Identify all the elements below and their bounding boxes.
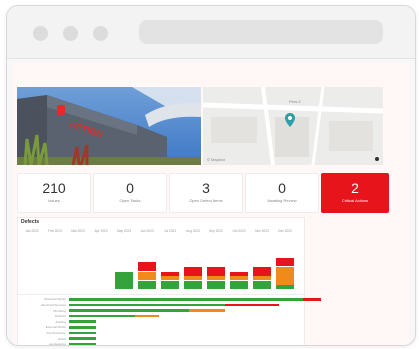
horizontal-bar[interactable]	[69, 303, 225, 307]
bar-segment[interactable]	[138, 271, 156, 281]
bar-segment[interactable]	[161, 276, 179, 281]
month-header: Jun 2023	[140, 229, 154, 233]
bar-row-label: Landscaping	[48, 342, 66, 345]
dashboard-page: UPTION Pers.2 © Mapbox 210 Issues 0 Open…	[13, 63, 409, 345]
bar-segment[interactable]	[253, 267, 271, 276]
map-street-label: Pers.2	[289, 99, 301, 104]
bar-segment[interactable]	[276, 267, 294, 285]
bar-segment[interactable]	[253, 280, 271, 290]
divider	[18, 294, 304, 295]
bar-row-label: Fire Protection	[46, 331, 66, 335]
stat-label: Critical Actions	[341, 198, 369, 203]
bar-segment[interactable]	[138, 262, 156, 271]
bar-segment[interactable]	[230, 271, 248, 276]
stat-label: Issues	[48, 198, 60, 203]
bar-row-label: External Works	[45, 325, 66, 330]
stat-value: 210	[42, 180, 66, 196]
location-pin-icon	[285, 113, 295, 127]
bar-segment[interactable]	[115, 271, 133, 290]
horizontal-bar[interactable]	[69, 298, 303, 301]
month-header: May 2023	[117, 229, 131, 233]
horizontal-bar[interactable]	[69, 342, 96, 345]
window-maximize-button[interactable]	[93, 26, 108, 41]
month-header: Jan 2023	[25, 229, 39, 233]
bar-segment[interactable]	[138, 280, 156, 290]
bar-segment[interactable]	[230, 276, 248, 281]
month-header: Sep 2023	[209, 229, 223, 233]
bar-row-label: Electrical Services	[41, 303, 66, 307]
bar-segment[interactable]	[184, 267, 202, 276]
bar-row-label: Roofing	[55, 319, 66, 324]
window-minimize-button[interactable]	[63, 26, 78, 41]
month-header: Mar 2023	[71, 229, 85, 233]
horizontal-bar[interactable]	[69, 326, 96, 329]
bar-segment[interactable]	[207, 276, 225, 281]
horizontal-bar[interactable]	[303, 298, 321, 301]
bar-segment[interactable]	[184, 280, 202, 290]
site-photo: UPTION	[17, 87, 201, 165]
address-bar[interactable]	[139, 20, 383, 44]
bar-segment[interactable]	[276, 285, 294, 290]
stat-card-open-tasks[interactable]: 0 Open Tasks	[93, 173, 167, 213]
horizontal-bar[interactable]	[69, 320, 96, 323]
stat-value: 0	[126, 180, 134, 196]
window-close-button[interactable]	[33, 26, 48, 41]
horizontal-bar[interactable]	[225, 303, 279, 307]
stat-card-awaiting-review[interactable]: 0 Awaiting Review	[245, 173, 319, 213]
panel-title: Defects	[21, 219, 40, 225]
stat-card-critical-actions[interactable]: 2 Critical Actions	[321, 173, 389, 213]
bar-row-label: Plumbing	[53, 308, 66, 313]
bar-row-label: HVAC	[57, 336, 66, 341]
bar-segment[interactable]	[207, 280, 225, 290]
horizontal-bar[interactable]	[69, 309, 189, 312]
month-header: Aug 2023	[186, 229, 200, 233]
month-header: Feb 2023	[48, 229, 62, 233]
bar-segment[interactable]	[161, 271, 179, 276]
bar-segment[interactable]	[230, 280, 248, 290]
horizontal-bar[interactable]	[135, 314, 159, 318]
browser-toolbar	[7, 6, 415, 59]
stat-card-open-defect-items[interactable]: 3 Open Defect Items	[169, 173, 243, 213]
stat-card-issues[interactable]: 210 Issues	[17, 173, 91, 213]
month-header: Jul 2023	[163, 229, 177, 233]
horizontal-bar[interactable]	[189, 309, 225, 312]
horizontal-bar[interactable]	[69, 337, 96, 340]
horizontal-bar[interactable]	[69, 331, 96, 335]
site-photo-image: UPTION	[17, 87, 201, 165]
stat-value: 3	[202, 180, 210, 196]
stat-value: 2	[351, 180, 359, 196]
bar-row-label: Finishes	[54, 314, 66, 319]
bar-segment[interactable]	[184, 276, 202, 281]
bar-segment[interactable]	[253, 276, 271, 281]
bar-segment[interactable]	[161, 280, 179, 290]
month-header: Nov 2023	[255, 229, 269, 233]
horizontal-bar[interactable]	[69, 314, 135, 318]
stat-value: 0	[278, 180, 286, 196]
stat-label: Open Tasks	[119, 198, 141, 203]
browser-window: UPTION Pers.2 © Mapbox 210 Issues 0 Open…	[6, 5, 416, 346]
bar-segment[interactable]	[207, 267, 225, 276]
map-attribution: © Mapbox	[207, 157, 225, 162]
bar-segment[interactable]	[276, 257, 294, 267]
month-header: Dec 2023	[278, 229, 292, 233]
defects-panel: Defects Jan 2023 Feb 2023 Mar 2023 Apr 2023…	[17, 217, 321, 345]
bar-row-label: Structural Works	[43, 297, 66, 302]
stat-label: Awaiting Review	[267, 198, 297, 203]
site-map[interactable]: Pers.2 © Mapbox	[203, 87, 383, 165]
month-header: Apr 2023	[94, 229, 108, 233]
month-header: Oct 2023	[232, 229, 246, 233]
stat-label: Open Defect Items	[189, 198, 223, 203]
